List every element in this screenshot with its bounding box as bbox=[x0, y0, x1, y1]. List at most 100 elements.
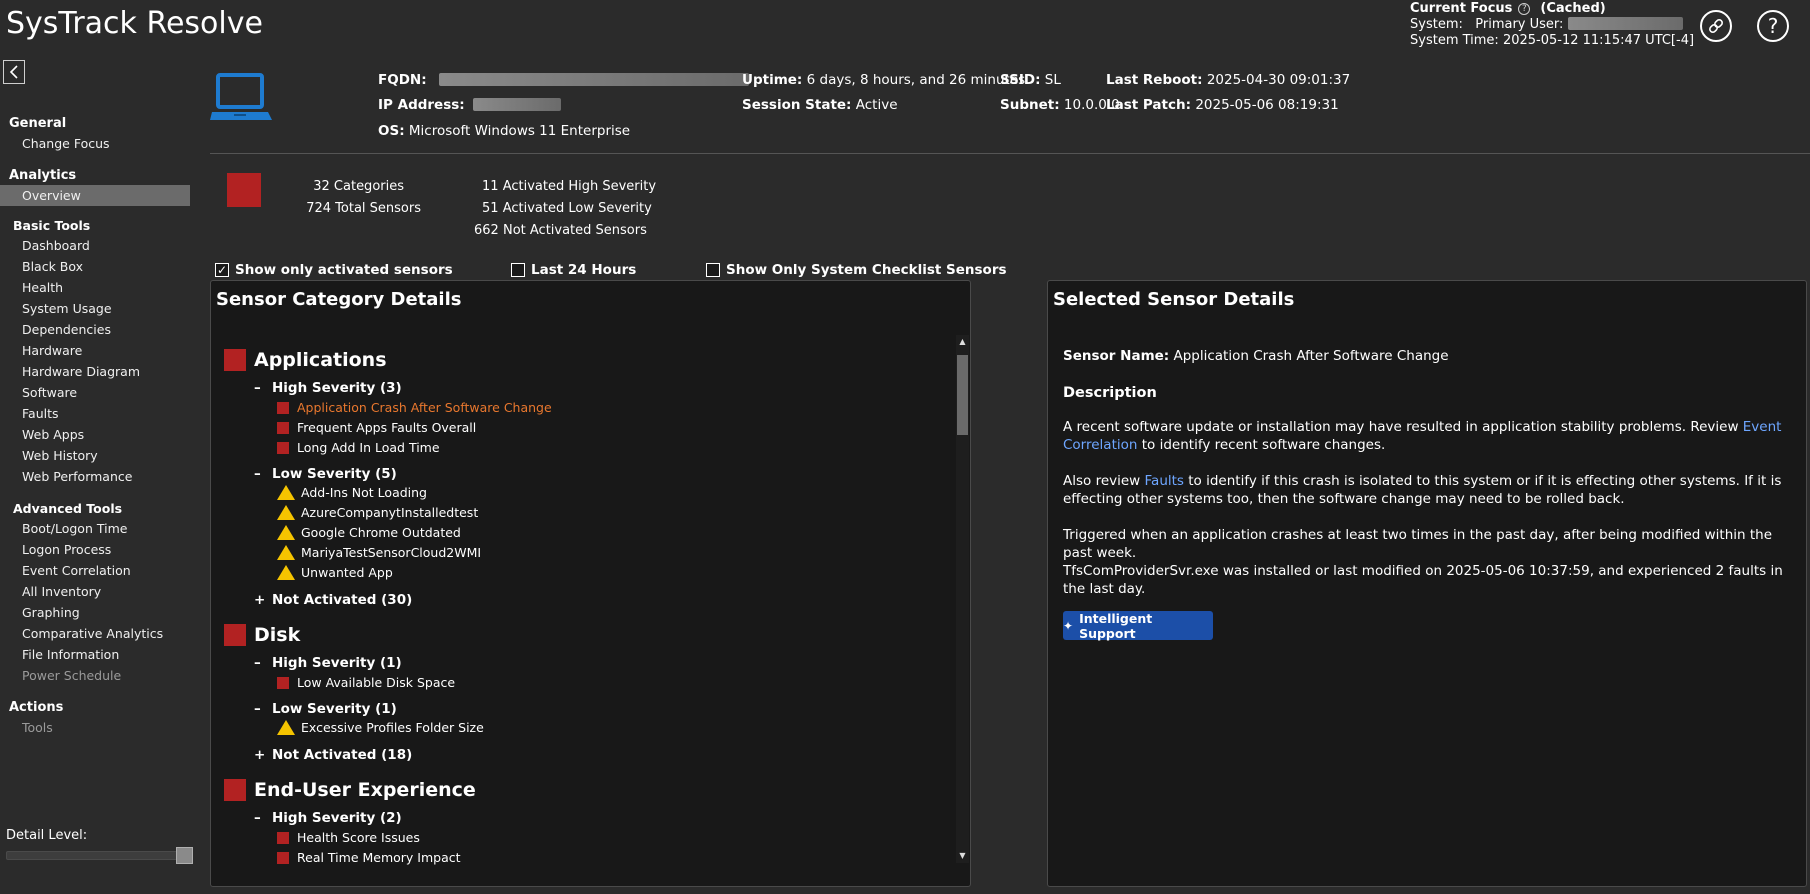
scroll-thumb[interactable] bbox=[957, 355, 968, 435]
sensor-name: Real Time Memory Impact bbox=[297, 850, 461, 865]
expand-icon: + bbox=[254, 592, 266, 608]
sidebar-item-all-inventory[interactable]: All Inventory bbox=[0, 581, 190, 602]
checklist-only-checkbox[interactable]: Show Only System Checklist Sensors bbox=[706, 262, 1007, 278]
sidebar-item-faults[interactable]: Faults bbox=[0, 403, 190, 424]
high-count: 11 bbox=[482, 179, 499, 194]
low-count: 51 bbox=[482, 201, 499, 216]
reboot-label: Last Reboot: bbox=[1106, 72, 1203, 88]
sensor-item-google-chrome-outdated[interactable]: Google Chrome Outdated bbox=[277, 525, 461, 540]
sidebar-item-dashboard[interactable]: Dashboard bbox=[0, 235, 190, 256]
categories-stat: 32 Categories bbox=[300, 179, 404, 194]
faults-link[interactable]: Faults bbox=[1145, 473, 1184, 489]
sensor-item-application-crash[interactable]: Application Crash After Software Change bbox=[277, 400, 552, 415]
sensor-item-mariya-test[interactable]: MariyaTestSensorCloud2WMI bbox=[277, 545, 481, 560]
patch-value: 2025-05-06 08:19:31 bbox=[1195, 97, 1339, 113]
sidebar-item-hardware-diagram[interactable]: Hardware Diagram bbox=[0, 361, 190, 382]
disk-not-activated[interactable]: + Not Activated (18) bbox=[254, 747, 412, 763]
sidebar-section-advanced-tools: Advanced Tools bbox=[13, 501, 123, 516]
scroll-up-icon[interactable]: ▲ bbox=[956, 335, 969, 349]
severity-label: Not Activated (18) bbox=[272, 747, 413, 763]
high-severity-icon bbox=[277, 441, 289, 454]
sidebar-item-event-correlation[interactable]: Event Correlation bbox=[0, 560, 190, 581]
sidebar-item-comparative-analytics[interactable]: Comparative Analytics bbox=[0, 623, 190, 644]
sidebar-item-dependencies[interactable]: Dependencies bbox=[0, 319, 190, 340]
selected-sensor-title: Selected Sensor Details bbox=[1053, 289, 1295, 310]
app-title: SysTrack Resolve bbox=[6, 6, 263, 41]
sidebar-item-software[interactable]: Software bbox=[0, 382, 190, 403]
disk-low-severity[interactable]: – Low Severity (1) bbox=[254, 701, 397, 717]
primary-user-redacted bbox=[1567, 17, 1683, 30]
eux-high-severity[interactable]: – High Severity (2) bbox=[254, 810, 402, 826]
detail-level-slider-thumb[interactable] bbox=[176, 847, 193, 864]
sidebar-item-graphing[interactable]: Graphing bbox=[0, 602, 190, 623]
sensor-item-add-ins-not-loading[interactable]: Add-Ins Not Loading bbox=[277, 485, 427, 500]
sensor-category-title: Sensor Category Details bbox=[216, 289, 462, 310]
scroll-down-icon[interactable]: ▼ bbox=[956, 849, 969, 863]
sidebar-item-logon-process[interactable]: Logon Process bbox=[0, 539, 190, 560]
category-applications[interactable]: Applications bbox=[224, 349, 387, 371]
sensor-item-low-disk-space[interactable]: Low Available Disk Space bbox=[277, 675, 455, 690]
reboot-value: 2025-04-30 09:01:37 bbox=[1206, 72, 1351, 88]
link-button[interactable] bbox=[1700, 10, 1732, 42]
category-disk[interactable]: Disk bbox=[224, 624, 300, 646]
intelligent-support-button[interactable]: ✦ Intelligent Support bbox=[1063, 611, 1213, 641]
description-heading: Description bbox=[1063, 385, 1157, 401]
sensors-label: Total Sensors bbox=[335, 201, 421, 216]
sidebar-item-web-apps[interactable]: Web Apps bbox=[0, 424, 190, 445]
checklist-only-label: Show Only System Checklist Sensors bbox=[726, 262, 1007, 278]
sidebar-item-file-information[interactable]: File Information bbox=[0, 644, 190, 665]
detail-level-slider[interactable] bbox=[6, 851, 192, 860]
sidebar-section-general: General bbox=[9, 116, 67, 131]
category-name: End-User Experience bbox=[254, 779, 476, 801]
subnet-label: Subnet: bbox=[1000, 97, 1060, 113]
sidebar-item-black-box[interactable]: Black Box bbox=[0, 256, 190, 277]
high-severity-icon bbox=[277, 676, 289, 689]
sensor-item-health-score[interactable]: Health Score Issues bbox=[277, 830, 420, 845]
ip-label: IP Address: bbox=[378, 97, 465, 113]
not-activated-stat: 662 Not Activated Sensors bbox=[474, 223, 647, 238]
sidebar-item-tools: Tools bbox=[22, 720, 53, 735]
severity-label: High Severity (3) bbox=[272, 380, 402, 396]
sidebar-item-change-focus[interactable]: Change Focus bbox=[0, 133, 190, 154]
sensor-item-real-time-memory[interactable]: Real Time Memory Impact bbox=[277, 850, 461, 865]
sensor-item-azure-company[interactable]: AzureCompanytInstalledtest bbox=[277, 505, 478, 520]
severity-label: Low Severity (1) bbox=[272, 701, 397, 717]
applications-high-severity[interactable]: – High Severity (3) bbox=[254, 380, 402, 396]
high-severity-icon bbox=[277, 851, 289, 864]
warning-icon bbox=[277, 720, 295, 735]
sidebar-item-web-performance[interactable]: Web Performance bbox=[0, 466, 190, 487]
link-icon bbox=[1709, 19, 1723, 33]
sensor-item-long-add-in-load[interactable]: Long Add In Load Time bbox=[277, 440, 440, 455]
severity-label: High Severity (1) bbox=[272, 655, 402, 671]
sidebar-item-overview[interactable]: Overview bbox=[0, 185, 190, 206]
sidebar-item-web-history[interactable]: Web History bbox=[0, 445, 190, 466]
sensor-item-frequent-apps-faults[interactable]: Frequent Apps Faults Overall bbox=[277, 420, 476, 435]
collapse-sidebar-button[interactable] bbox=[3, 60, 25, 84]
sidebar-item-health[interactable]: Health bbox=[0, 277, 190, 298]
sensor-name: AzureCompanytInstalledtest bbox=[301, 505, 479, 520]
laptop-icon bbox=[210, 73, 272, 120]
sensor-item-excessive-profiles[interactable]: Excessive Profiles Folder Size bbox=[277, 720, 484, 735]
status-square-icon bbox=[224, 349, 246, 371]
category-scrollbar[interactable]: ▲ ▼ bbox=[956, 335, 969, 863]
not-count: 662 bbox=[474, 223, 499, 238]
applications-not-activated[interactable]: + Not Activated (30) bbox=[254, 592, 412, 608]
sidebar-item-system-usage[interactable]: System Usage bbox=[0, 298, 190, 319]
sidebar-item-boot-logon-time[interactable]: Boot/Logon Time bbox=[0, 518, 190, 539]
category-end-user-experience[interactable]: End-User Experience bbox=[224, 779, 476, 801]
collapse-icon: – bbox=[254, 701, 261, 717]
last-24-hours-checkbox[interactable]: Last 24 Hours bbox=[511, 262, 636, 278]
sensor-item-unwanted-app[interactable]: Unwanted App bbox=[277, 565, 393, 580]
fqdn-row: FQDN: bbox=[378, 72, 749, 88]
sensor-name-row: Sensor Name: Application Crash After Sof… bbox=[1063, 348, 1449, 364]
sidebar-item-hardware[interactable]: Hardware bbox=[0, 340, 190, 361]
help-button[interactable]: ? bbox=[1757, 10, 1789, 42]
disk-high-severity[interactable]: – High Severity (1) bbox=[254, 655, 402, 671]
activated-only-checkbox[interactable]: ✓ Show only activated sensors bbox=[215, 262, 453, 278]
overall-status-square bbox=[227, 173, 261, 207]
sensor-name: Unwanted App bbox=[301, 565, 393, 580]
checkbox-checked-icon: ✓ bbox=[215, 263, 229, 277]
focus-help-icon[interactable]: ? bbox=[1518, 3, 1531, 15]
primary-user-label: Primary User: bbox=[1475, 17, 1564, 32]
applications-low-severity[interactable]: – Low Severity (5) bbox=[254, 466, 397, 482]
